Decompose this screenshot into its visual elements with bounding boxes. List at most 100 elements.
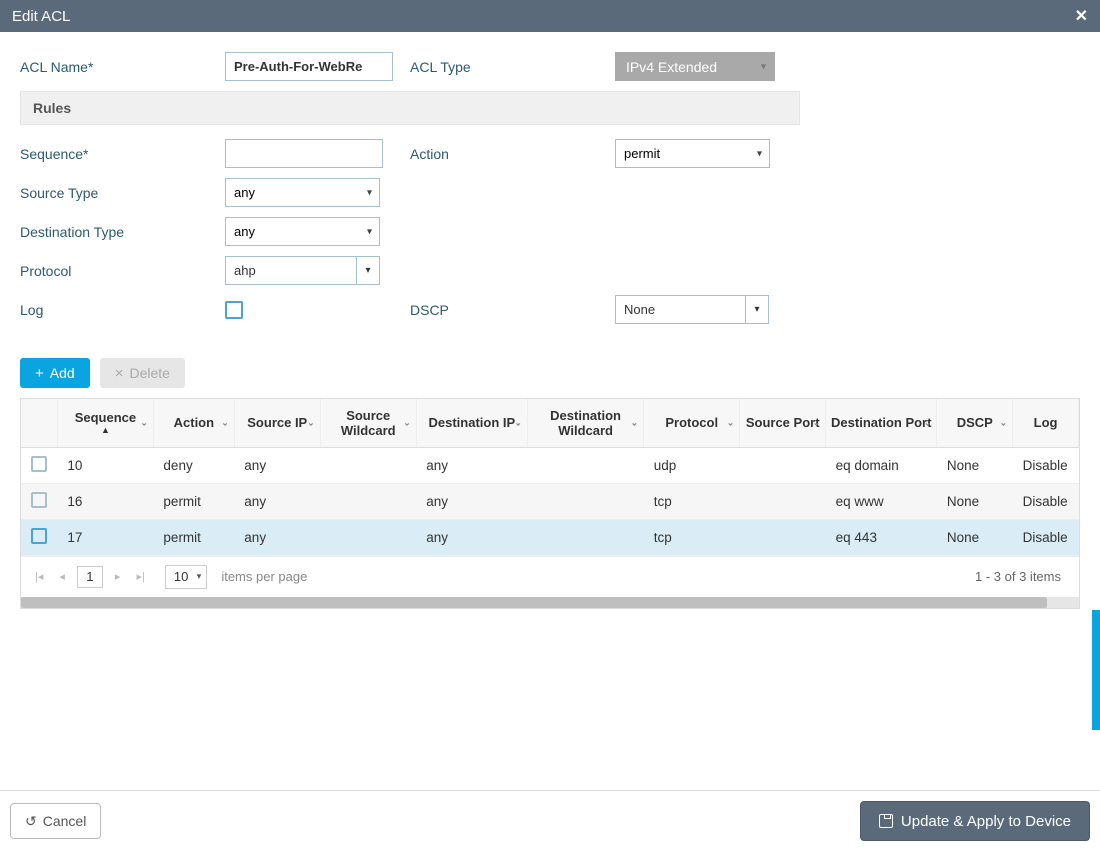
chevron-down-icon[interactable]: ▾ [356,256,380,285]
chevron-down-icon[interactable]: ⌄ [514,417,522,428]
dscp-label: DSCP [410,302,615,318]
cell-source-port [740,519,826,555]
chevron-down-icon[interactable]: ⌄ [140,417,148,428]
chevron-down-icon[interactable]: ⌄ [924,417,932,428]
add-button[interactable]: + Add [20,358,90,388]
chevron-down-icon[interactable]: ⌄ [727,417,735,428]
acl-type-value: IPv4 Extended [626,59,717,75]
cancel-button[interactable]: ↻ Cancel [10,803,101,839]
close-icon[interactable]: ✕ [1075,6,1088,26]
cell-source-port [740,483,826,519]
cell-dest-ip: any [416,447,527,483]
row-checkbox[interactable] [31,492,47,508]
cell-dest-wildcard [527,519,643,555]
x-icon: × [115,366,124,381]
col-source-wildcard[interactable]: Source Wildcard⌄ [320,399,416,447]
table-row[interactable]: 17permitanyanytcpeq 443NoneDisable [21,519,1079,555]
cell-dest-ip: any [416,483,527,519]
cell-source-wildcard [320,447,416,483]
cell-dest-port: eq www [826,483,937,519]
action-label: Action [410,146,615,162]
cell-dest-ip: any [416,519,527,555]
col-sequence[interactable]: Sequence▲⌄ [57,399,153,447]
col-protocol[interactable]: Protocol⌄ [644,399,740,447]
apply-button[interactable]: Update & Apply to Device [860,801,1090,841]
add-button-label: Add [50,365,75,381]
pager-prev-icon[interactable]: ◂ [55,570,69,583]
pager-summary: 1 - 3 of 3 items [975,569,1069,584]
col-dest-port[interactable]: Destination Port⌄ [826,399,937,447]
dscp-select[interactable]: None ▾ [615,295,769,324]
dialog-title: Edit ACL [12,8,70,25]
protocol-label: Protocol [20,263,225,279]
cell-protocol: tcp [644,519,740,555]
cell-action: permit [153,483,234,519]
cell-dscp: None [937,447,1013,483]
col-dest-ip[interactable]: Destination IP⌄ [416,399,527,447]
row-checkbox[interactable] [31,456,47,472]
cell-action: deny [153,447,234,483]
col-dscp[interactable]: DSCP⌄ [937,399,1013,447]
pager-items-label: items per page [221,569,307,584]
log-checkbox[interactable] [225,301,243,319]
acl-type-select: IPv4 Extended [615,52,775,81]
pager-last-icon[interactable]: ▸| [132,570,148,583]
cell-protocol: tcp [644,483,740,519]
cell-source-port [740,447,826,483]
header-checkbox[interactable] [21,399,57,447]
pager-first-icon[interactable]: |◂ [31,570,47,583]
chevron-down-icon[interactable]: ⌄ [631,417,639,428]
dscp-value: None [624,302,655,317]
cell-source-ip: any [234,519,320,555]
destination-type-label: Destination Type [20,224,225,240]
chevron-down-icon[interactable]: ⌄ [813,417,821,428]
pager-next-icon[interactable]: ▸ [111,570,125,583]
chevron-down-icon[interactable]: ⌄ [1000,417,1008,428]
pager-page-input[interactable]: 1 [77,566,103,588]
cell-source-ip: any [234,447,320,483]
cell-dscp: None [937,483,1013,519]
cell-sequence: 17 [57,519,153,555]
col-source-ip[interactable]: Source IP⌄ [234,399,320,447]
cell-sequence: 10 [57,447,153,483]
plus-icon: + [35,366,44,381]
row-checkbox[interactable] [31,528,47,544]
cell-dest-wildcard [527,483,643,519]
cell-dscp: None [937,519,1013,555]
chevron-down-icon[interactable]: ⌄ [403,417,411,428]
col-action[interactable]: Action⌄ [153,399,234,447]
pager: |◂ ◂ 1 ▸ ▸| 10 items per page 1 - 3 of 3… [21,556,1079,597]
cell-log: Disable [1013,447,1079,483]
pager-size-select[interactable]: 10 [165,565,207,589]
cell-action: permit [153,519,234,555]
col-source-port[interactable]: Source Port⌄ [740,399,826,447]
destination-type-select[interactable]: any [225,217,380,246]
side-handle[interactable] [1092,610,1100,730]
cell-source-ip: any [234,483,320,519]
log-label: Log [20,302,225,318]
chevron-down-icon[interactable]: ⌄ [221,417,229,428]
undo-icon: ↻ [25,813,37,830]
acl-name-label: ACL Name* [20,59,225,75]
col-dest-wildcard[interactable]: Destination Wildcard⌄ [527,399,643,447]
sequence-input[interactable] [225,139,383,168]
cell-source-wildcard [320,519,416,555]
source-type-select[interactable]: any [225,178,380,207]
acl-name-input[interactable] [225,52,393,81]
sequence-label: Sequence* [20,146,225,162]
sort-asc-icon: ▲ [62,425,149,435]
table-row[interactable]: 10denyanyanyudpeq domainNoneDisable [21,447,1079,483]
save-icon [879,814,893,828]
protocol-value: ahp [234,263,256,278]
rules-table: Sequence▲⌄ Action⌄ Source IP⌄ Source Wil… [21,399,1079,556]
action-select[interactable]: permit [615,139,770,168]
chevron-down-icon[interactable]: ⌄ [307,417,315,428]
cell-source-wildcard [320,483,416,519]
acl-type-label: ACL Type [410,59,615,75]
col-log[interactable]: Log [1013,399,1079,447]
table-row[interactable]: 16permitanyanytcpeq wwwNoneDisable [21,483,1079,519]
horizontal-scrollbar[interactable] [21,597,1079,608]
protocol-select[interactable]: ahp ▾ [225,256,380,285]
rules-section-header: Rules [20,91,800,125]
chevron-down-icon[interactable]: ▾ [745,295,769,324]
